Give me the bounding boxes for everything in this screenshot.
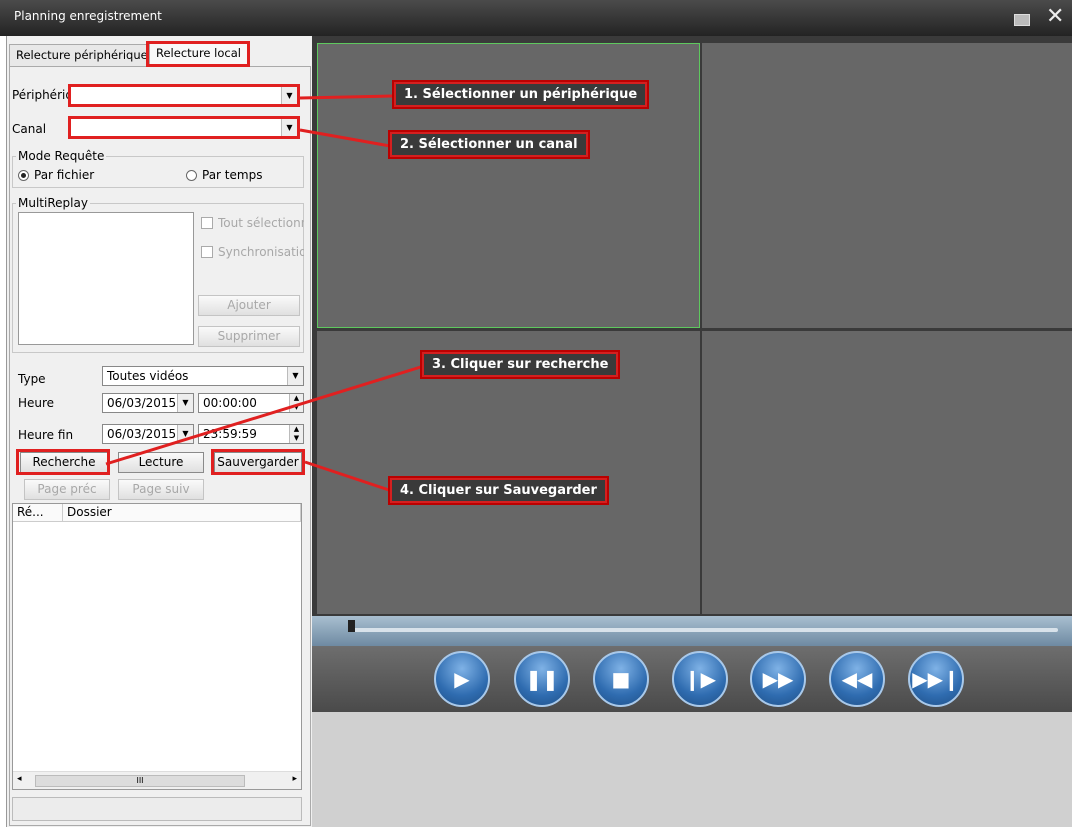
scroll-right-icon[interactable]: ▸ xyxy=(292,774,297,784)
callout-step-1-text: 1. Sélectionner un périphérique xyxy=(396,84,646,105)
end-label: Heure fin xyxy=(18,428,74,442)
prev-page-button[interactable]: Page préc xyxy=(24,479,110,500)
callout-step-3-text: 3. Cliquer sur recherche xyxy=(424,354,617,375)
seek-thumb[interactable] xyxy=(348,620,355,632)
stop-icon[interactable]: ■ xyxy=(593,651,649,707)
close-icon[interactable]: ✕ xyxy=(1046,6,1064,28)
seek-track[interactable] xyxy=(352,628,1058,632)
video-cell-2[interactable] xyxy=(702,43,1072,328)
status-bar xyxy=(12,797,302,821)
by-file-label: Par fichier xyxy=(34,168,95,182)
skip-end-icon[interactable]: ▶▶❙ xyxy=(908,651,964,707)
end-time-field[interactable]: 23:59:59 ▲ ▼ xyxy=(198,424,304,444)
start-date-picker[interactable]: 06/03/2015 ▼ xyxy=(102,393,194,413)
type-select[interactable]: Toutes vidéos ▼ xyxy=(102,366,304,386)
callout-step-4: 4. Cliquer sur Sauvegarder xyxy=(388,476,609,505)
callout-step-4-text: 4. Cliquer sur Sauvegarder xyxy=(392,480,605,501)
type-label: Type xyxy=(18,372,46,386)
sync-label: Synchronisatio xyxy=(218,245,304,259)
callout-step-3: 3. Cliquer sur recherche xyxy=(420,350,621,379)
video-grid xyxy=(312,36,1072,616)
remove-button[interactable]: Supprimer xyxy=(198,326,300,347)
time-spinner-icon[interactable]: ▲ ▼ xyxy=(289,394,303,412)
maximize-icon[interactable] xyxy=(1014,14,1030,26)
horizontal-scrollbar[interactable]: ◂ III ▸ xyxy=(13,771,301,789)
type-value: Toutes vidéos xyxy=(107,369,189,383)
video-cell-4[interactable] xyxy=(702,331,1072,614)
highlight-device xyxy=(68,84,300,107)
tab-device-replay[interactable]: Relecture périphérique xyxy=(9,44,155,66)
by-time-radio[interactable] xyxy=(186,170,197,181)
play-button[interactable]: Lecture xyxy=(118,452,204,473)
play-icon[interactable]: ▶ xyxy=(434,651,490,707)
callout-step-1: 1. Sélectionner un périphérique xyxy=(392,80,650,109)
fast-forward-icon[interactable]: ▶▶ xyxy=(750,651,806,707)
column-header-folder[interactable]: Dossier xyxy=(63,504,301,522)
seek-bar[interactable] xyxy=(312,616,1072,646)
select-all-checkbox[interactable] xyxy=(201,217,213,229)
results-list[interactable]: Ré... Dossier ◂ III ▸ xyxy=(12,503,302,790)
lower-panel xyxy=(312,712,1072,827)
highlight-save xyxy=(211,449,305,475)
chevron-down-icon[interactable]: ▼ xyxy=(177,394,193,412)
callout-step-2: 2. Sélectionner un canal xyxy=(388,130,590,159)
title-bar: Planning enregistrement ✕ xyxy=(0,0,1072,36)
callout-step-2-text: 2. Sélectionner un canal xyxy=(392,134,586,155)
column-header-result[interactable]: Ré... xyxy=(13,504,63,522)
add-button[interactable]: Ajouter xyxy=(198,295,300,316)
start-label: Heure xyxy=(18,396,55,410)
channel-label: Canal xyxy=(12,122,47,136)
highlight-search xyxy=(16,449,110,475)
by-file-radio[interactable] xyxy=(18,170,29,181)
start-time-field[interactable]: 00:00:00 ▲ ▼ xyxy=(198,393,304,413)
playback-controls: ▶ ❚❚ ■ ❙▶ ▶▶ ◀◀ ▶▶❙ xyxy=(312,646,1072,712)
time-spinner-icon[interactable]: ▲ ▼ xyxy=(289,425,303,443)
chevron-down-icon[interactable]: ▼ xyxy=(287,367,303,385)
end-date-value: 06/03/2015 xyxy=(107,427,177,441)
start-time-value: 00:00:00 xyxy=(203,396,257,410)
select-all-label: Tout sélectionn xyxy=(218,216,304,230)
rewind-icon[interactable]: ◀◀ xyxy=(829,651,885,707)
multireplay-list[interactable] xyxy=(18,212,194,345)
device-label: Périphérique xyxy=(12,88,68,102)
highlight-channel xyxy=(68,116,300,139)
multireplay-title: MultiReplay xyxy=(16,196,90,210)
window-title: Planning enregistrement xyxy=(14,9,162,23)
end-time-value: 23:59:59 xyxy=(203,427,257,441)
by-time-label: Par temps xyxy=(202,168,263,182)
sync-checkbox[interactable] xyxy=(201,246,213,258)
chevron-down-icon[interactable]: ▼ xyxy=(177,425,193,443)
start-date-value: 06/03/2015 xyxy=(107,396,177,410)
pause-icon[interactable]: ❚❚ xyxy=(514,651,570,707)
highlight-local-tab xyxy=(146,41,250,67)
end-date-picker[interactable]: 06/03/2015 ▼ xyxy=(102,424,194,444)
step-forward-icon[interactable]: ❙▶ xyxy=(672,651,728,707)
scroll-thumb[interactable]: III xyxy=(35,775,245,787)
scroll-left-icon[interactable]: ◂ xyxy=(17,774,22,784)
next-page-button[interactable]: Page suiv xyxy=(118,479,204,500)
mode-group-title: Mode Requête xyxy=(16,149,107,163)
